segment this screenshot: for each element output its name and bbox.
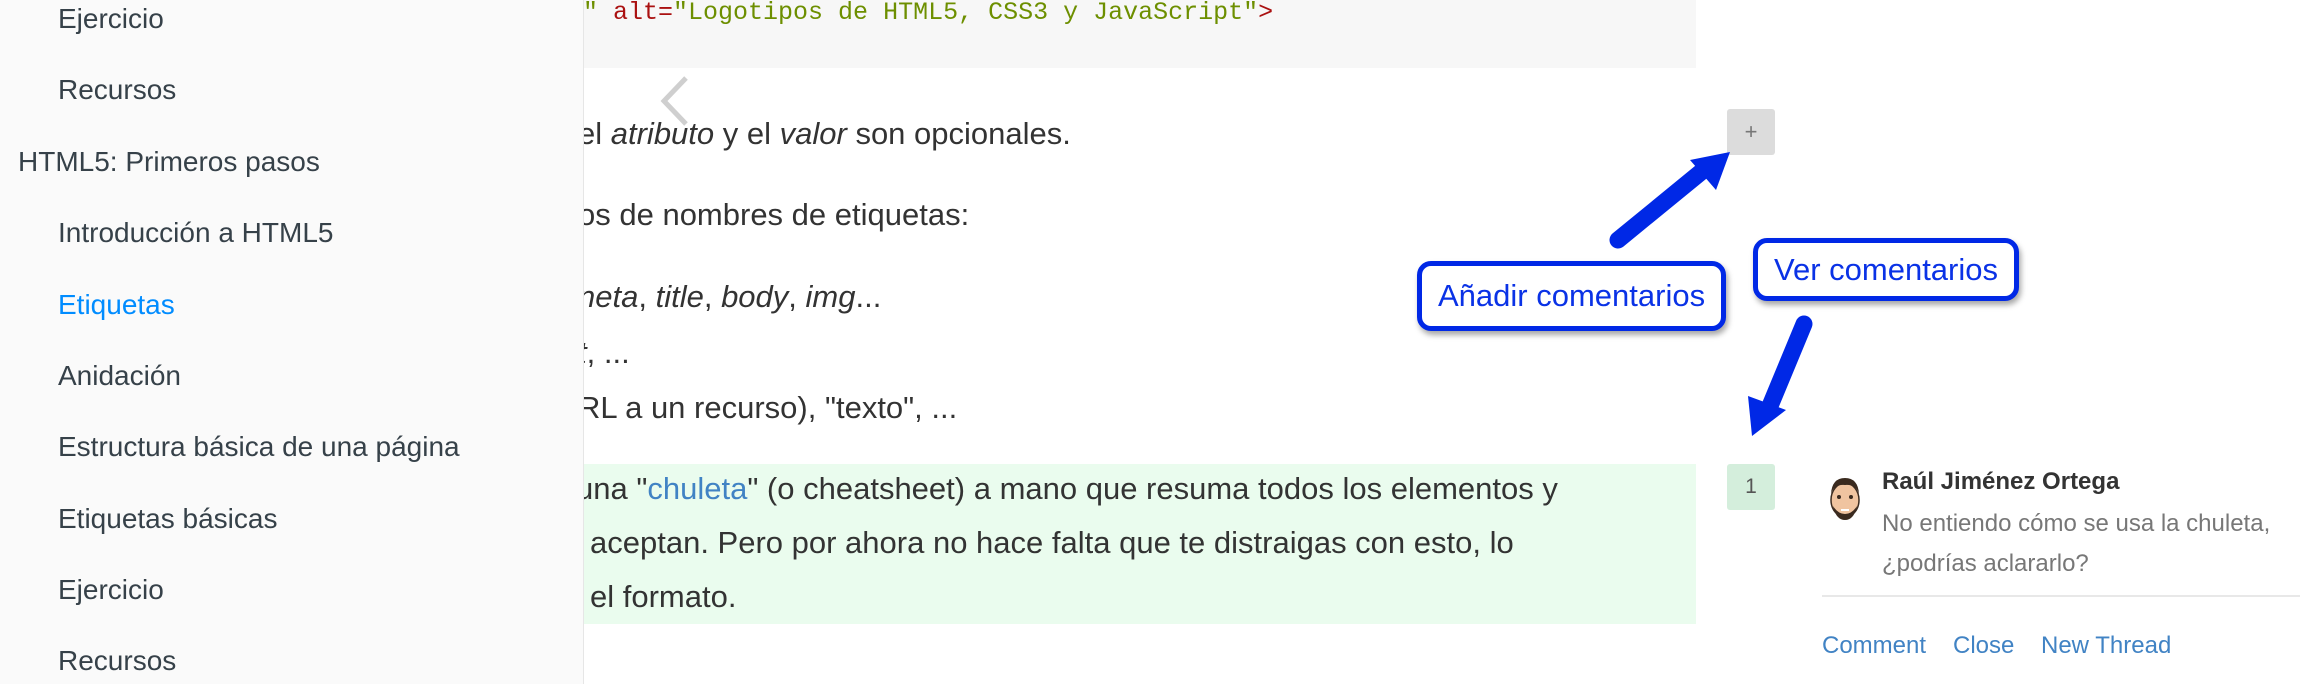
sidebar-item-recursos-2[interactable]: Recursos [58,645,176,677]
code-attribute: alt= [613,0,674,27]
chuleta-link[interactable]: chuleta [647,471,747,506]
comment-link[interactable]: Comment [1822,632,1926,660]
callout-view-comments: Ver comentarios [1753,238,2019,301]
sidebar: Ejercicio Recursos HTML5: Primeros pasos… [0,0,584,684]
code-line: " alt="Logotipos de HTML5, CSS3 y JavaSc… [583,0,1273,27]
list-item-tags: neta, title, body, img... [578,279,882,314]
paragraph-optional: el atributo y el valor son opcionales. [578,116,1071,151]
callout-add-comments: Añadir comentarios [1417,261,1727,331]
sidebar-item-anidacion[interactable]: Anidación [58,360,181,392]
arrow-to-comment-badge [1761,315,1813,415]
arrowhead-view [1748,396,1786,436]
list-item-attributes: t, ... [578,335,630,370]
arrowhead-add [1690,152,1730,190]
code-fragment: " [583,0,614,27]
sidebar-item-introduccion[interactable]: Introducción a HTML5 [58,217,333,249]
add-comment-button[interactable]: + [1727,109,1775,155]
comment-author: Raúl Jiménez Ortega [1882,468,2120,495]
new-thread-link[interactable]: New Thread [2041,632,2171,660]
code-tag-close: > [1258,0,1274,27]
highlight-line-3: el formato. [590,579,737,614]
sidebar-item-etiquetas[interactable]: Etiquetas [58,289,175,321]
sidebar-item-ejercicio[interactable]: Ejercicio [58,3,164,35]
highlight-line-2: aceptan. Pero por ahora no hace falta qu… [590,525,1514,560]
avatar [1822,470,1868,524]
list-item-values: RL a un recurso), "texto", ... [578,390,958,425]
comment-text: No entiendo cómo se usa la chuleta, ¿pod… [1882,510,2271,577]
close-thread-link[interactable]: Close [1953,632,2014,660]
sidebar-item-estructura[interactable]: Estructura básica de una página [58,431,460,463]
sidebar-item-recursos[interactable]: Recursos [58,74,176,106]
paragraph-tag-names: os de nombres de etiquetas: [578,197,970,232]
comment-count-badge[interactable]: 1 [1727,464,1775,510]
comment-thread: Raúl Jiménez Ortega No entiendo cómo se … [1822,460,2314,684]
code-attribute-value: "Logotipos de HTML5, CSS3 y JavaScript" [673,0,1259,27]
sidebar-item-etiquetas-basicas[interactable]: Etiquetas básicas [58,503,277,535]
highlight-line-1: una "chuleta" (o cheatsheet) a mano que … [576,471,1558,506]
sidebar-item-ejercicio-2[interactable]: Ejercicio [58,574,164,606]
divider [1822,595,2300,597]
sidebar-item-html5-primeros-pasos[interactable]: HTML5: Primeros pasos [18,146,320,178]
